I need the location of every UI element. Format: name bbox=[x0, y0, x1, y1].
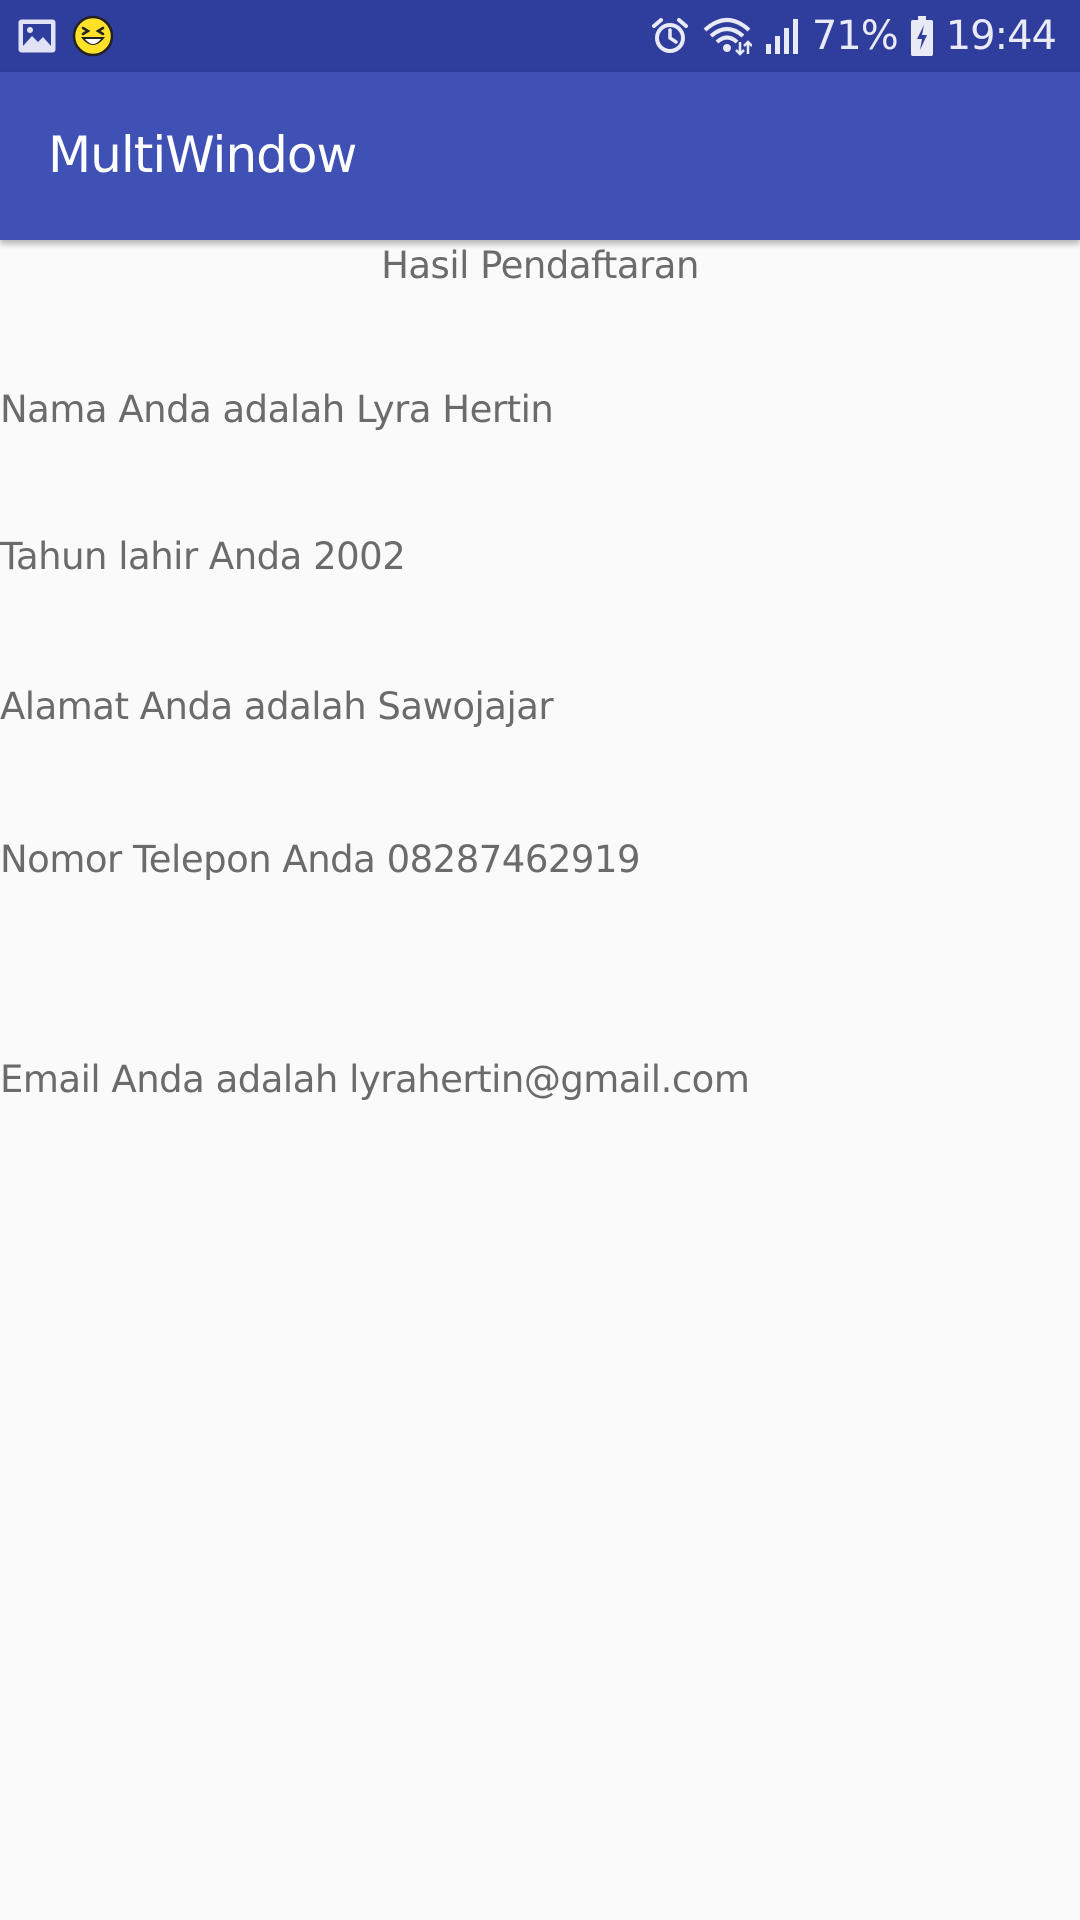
email-text: Email Anda adalah lyrahertin@gmail.com bbox=[0, 1058, 750, 1101]
name-text: Nama Anda adalah Lyra Hertin bbox=[0, 388, 554, 431]
status-right-icons: 71% 19:44 bbox=[650, 10, 1057, 62]
phone-text: Nomor Telepon Anda 08287462919 bbox=[0, 838, 641, 881]
clock-time: 19:44 bbox=[945, 13, 1057, 59]
alarm-icon bbox=[650, 16, 690, 56]
gallery-image-icon bbox=[18, 19, 56, 53]
wifi-icon bbox=[702, 16, 752, 56]
page-heading: Hasil Pendaftaran bbox=[381, 244, 699, 287]
smiley-face-icon bbox=[72, 15, 114, 57]
app-bar: MultiWindow bbox=[0, 72, 1080, 240]
status-bar: 71% 19:44 bbox=[0, 0, 1080, 72]
signal-icon bbox=[764, 16, 800, 56]
app-title: MultiWindow bbox=[48, 126, 357, 184]
status-left-icons bbox=[18, 14, 114, 58]
battery-percent: 71% bbox=[811, 13, 899, 59]
address-text: Alamat Anda adalah Sawojajar bbox=[0, 685, 554, 728]
screen: 71% 19:44 MultiWindow Hasil Pendaftaran … bbox=[0, 0, 1080, 1920]
battery-charging-icon bbox=[910, 15, 934, 57]
birth-year-text: Tahun lahir Anda 2002 bbox=[0, 535, 406, 578]
